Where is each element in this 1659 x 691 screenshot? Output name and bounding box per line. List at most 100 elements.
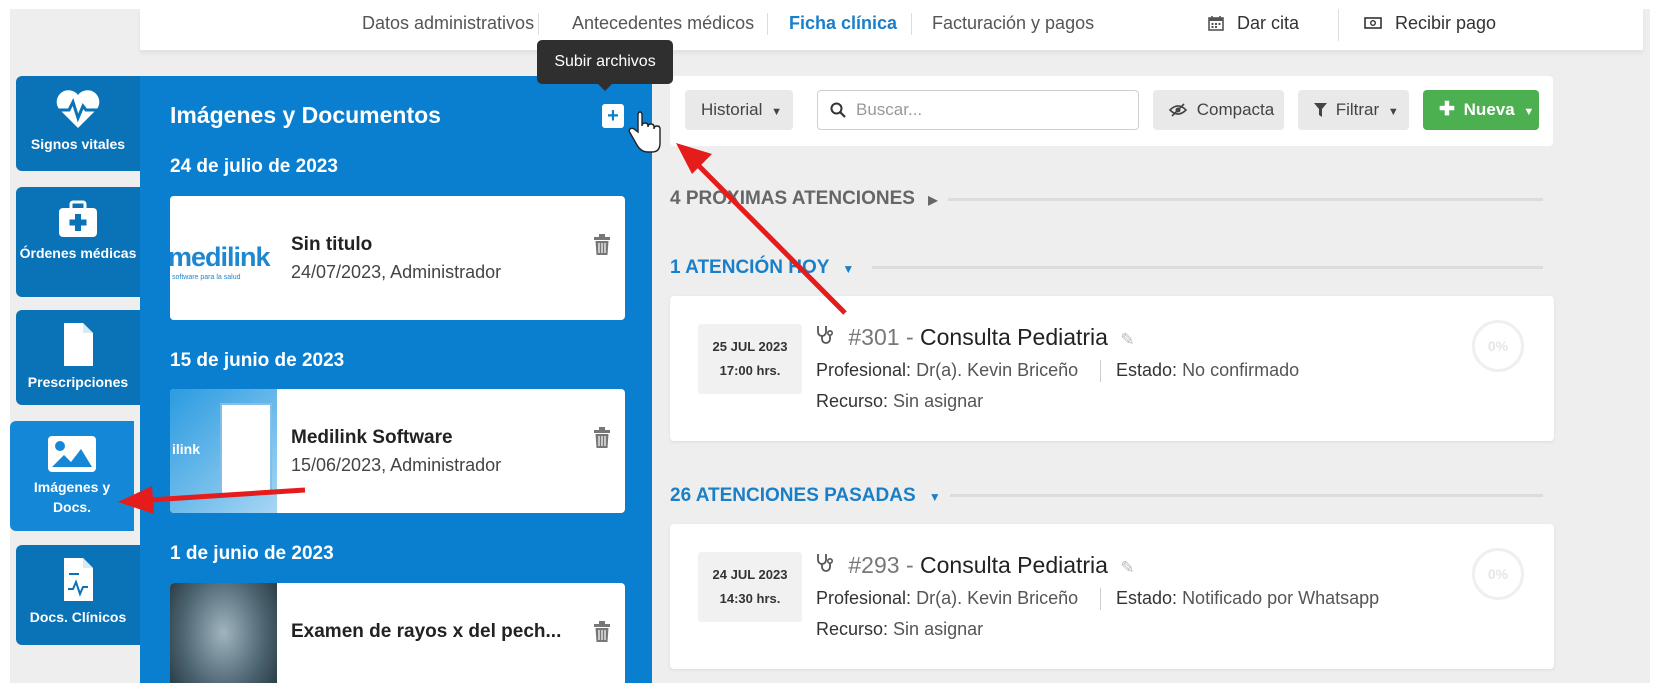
appointment-resource: Recurso: Sin asignar <box>816 391 983 412</box>
nav-imagenes-docs[interactable]: Imágenes y Docs. <box>10 421 134 531</box>
appointment-time: 17:00 hrs. <box>719 363 781 378</box>
nav-prescripciones[interactable]: Prescripciones <box>16 310 140 405</box>
search-icon <box>830 102 846 118</box>
nav-label: Signos vitales <box>30 136 126 152</box>
section-divider <box>948 198 1543 201</box>
tab-datos-administrativos[interactable]: Datos administrativos <box>362 13 534 34</box>
nav-label: Imágenes y Docs. <box>33 479 111 515</box>
thumb-logo-text: medilink <box>170 242 271 272</box>
document-title: Medilink Software <box>291 427 453 448</box>
historial-dropdown[interactable]: Historial ▼ <box>685 90 793 130</box>
appointment-status: Estado: Notificado por Whatsapp <box>1116 588 1379 609</box>
recurso-label: Recurso: <box>816 619 889 639</box>
file-icon <box>64 323 93 366</box>
compacta-button[interactable]: Compacta <box>1153 90 1284 130</box>
appointment-card[interactable]: 25 JUL 2023 17:00 hrs. #301 - Consulta P… <box>670 296 1554 441</box>
caret-right-icon: ▶ <box>928 193 938 207</box>
document-thumbnail: medilink software para la salud <box>170 196 277 320</box>
pencil-icon[interactable]: ✎ <box>1120 558 1134 577</box>
search-input[interactable] <box>856 100 1126 120</box>
nueva-dropdown[interactable]: ✚ Nueva ▼ <box>1423 90 1539 130</box>
search-box <box>817 90 1139 130</box>
recurso-label: Recurso: <box>816 391 889 411</box>
caret-down-icon: ▼ <box>1387 106 1399 118</box>
recibir-pago-button[interactable]: Recibir pago <box>1364 13 1496 34</box>
appointments-toolbar: Historial ▼ Compacta Filtrar ▼ ✚ Nueva ▼ <box>670 76 1553 146</box>
dar-cita-label: Dar cita <box>1237 13 1300 33</box>
money-icon <box>1364 17 1382 29</box>
nav-signos-vitales[interactable]: Signos vitales <box>16 76 140 171</box>
appointment-card[interactable]: 24 JUL 2023 14:30 hrs. #293 - Consulta P… <box>670 524 1554 669</box>
appointment-day: 24 JUL 2023 <box>712 567 788 582</box>
compacta-label: Compacta <box>1196 100 1275 119</box>
estado-label: Estado: <box>1116 360 1178 380</box>
upload-files-button[interactable]: + <box>602 104 624 128</box>
medkit-icon <box>59 200 97 237</box>
screenshot-stage: Datos administrativos Antecedentes médic… <box>0 0 1659 691</box>
nueva-label: Nueva <box>1463 100 1515 119</box>
detail-divider <box>1100 360 1101 382</box>
upload-tooltip: Subir archivos <box>537 40 673 84</box>
panel-title: Imágenes y Documentos <box>170 102 441 128</box>
calendar-icon <box>1208 16 1224 31</box>
tab-antecedentes-medicos[interactable]: Antecedentes médicos <box>572 13 754 34</box>
section-label: 26 ATENCIONES PASADAS <box>670 485 916 506</box>
appointment-title: #293 - Consulta Pediatria ✎ <box>816 552 1135 579</box>
document-meta: 15/06/2023, Administrador <box>291 455 502 475</box>
section-atenciones-pasadas[interactable]: 26 ATENCIONES PASADAS ▼ <box>670 485 941 507</box>
nav-ordenes-medicas[interactable]: Órdenes médicas <box>16 187 140 297</box>
date-heading: 24 de julio de 2023 <box>170 156 338 177</box>
appointment-title: #301 - Consulta Pediatria ✎ <box>816 324 1135 351</box>
recurso-value: Sin asignar <box>893 619 984 639</box>
section-divider <box>872 266 1543 269</box>
estado-value: Notificado por Whatsapp <box>1182 588 1380 608</box>
detail-divider <box>1100 588 1101 610</box>
app-window: Datos administrativos Antecedentes médic… <box>10 9 1650 683</box>
progress-circle: 0% <box>1472 548 1524 600</box>
trash-icon[interactable] <box>593 427 611 449</box>
caret-down-icon: ▼ <box>842 262 855 276</box>
estado-value: No confirmado <box>1182 360 1300 380</box>
date-heading: 1 de junio de 2023 <box>170 543 334 564</box>
appointment-details: Profesional: Dr(a). Kevin Briceño <box>816 360 1078 381</box>
nav-label: Órdenes médicas <box>19 245 137 261</box>
title-separator: - <box>905 552 914 578</box>
appointment-type: Consulta Pediatria <box>920 552 1108 578</box>
document-card[interactable]: ilink Medilink Software 15/06/2023, Admi… <box>170 389 625 513</box>
document-card[interactable]: Examen de rayos x del pech... <box>170 583 625 683</box>
eye-slash-icon <box>1168 103 1188 117</box>
images-docs-panel: Imágenes y Documentos + 24 de julio de 2… <box>140 76 652 683</box>
nav-label: Prescripciones <box>27 374 129 390</box>
clinical-doc-icon <box>64 558 93 601</box>
appointment-time: 14:30 hrs. <box>719 591 781 606</box>
date-heading: 15 de junio de 2023 <box>170 350 345 371</box>
nav-docs-clinicos[interactable]: Docs. Clínicos <box>16 545 140 645</box>
section-proximas-atenciones[interactable]: 4 PRÓXIMAS ATENCIONES ▶ <box>670 188 937 210</box>
appointment-type: Consulta Pediatria <box>920 324 1108 350</box>
section-label: 1 ATENCIÓN HOY <box>670 257 830 278</box>
plus-file-icon: + <box>607 105 619 127</box>
document-card[interactable]: medilink software para la salud Sin titu… <box>170 196 625 320</box>
tab-facturacion-pagos[interactable]: Facturación y pagos <box>932 13 1094 34</box>
profesional-label: Profesional: <box>816 588 912 608</box>
document-meta: 24/07/2023, Administrador <box>291 262 502 282</box>
stethoscope-icon <box>817 326 834 344</box>
thumb-logo-text: ilink <box>172 441 201 457</box>
title-separator: - <box>905 324 914 350</box>
caret-down-icon: ▼ <box>771 106 783 118</box>
appointment-status: Estado: No confirmado <box>1116 360 1299 381</box>
caret-down-icon: ▼ <box>928 490 941 504</box>
filtrar-dropdown[interactable]: Filtrar ▼ <box>1298 90 1409 130</box>
pencil-icon[interactable]: ✎ <box>1120 330 1134 349</box>
tab-divider <box>538 13 539 35</box>
dar-cita-button[interactable]: Dar cita <box>1208 13 1299 34</box>
thumb-logo-sub: software para la salud <box>172 274 241 281</box>
estado-label: Estado: <box>1116 588 1178 608</box>
section-atencion-hoy[interactable]: 1 ATENCIÓN HOY ▼ <box>670 257 854 279</box>
recibir-pago-label: Recibir pago <box>1395 13 1497 33</box>
trash-icon[interactable] <box>593 621 611 643</box>
trash-icon[interactable] <box>593 234 611 256</box>
tab-ficha-clinica[interactable]: Ficha clínica <box>789 13 897 34</box>
appointment-date: 25 JUL 2023 17:00 hrs. <box>698 324 802 394</box>
document-thumbnail: ilink <box>170 389 277 513</box>
